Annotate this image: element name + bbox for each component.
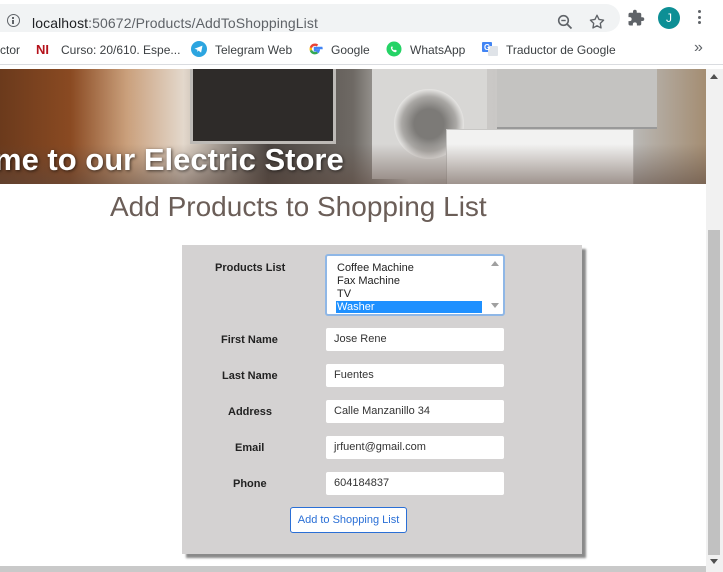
scroll-up-icon[interactable]: [491, 261, 499, 266]
last-name-label: Last Name: [222, 370, 278, 382]
email-field[interactable]: jrfuent@gmail.com: [326, 436, 504, 459]
browser-toolbar: localhost:50672/Products/AddToShoppingLi…: [0, 0, 723, 36]
banner-heading: me to our Electric Store: [0, 142, 344, 177]
bookmark-item[interactable]: Google: [331, 43, 370, 57]
store-banner: me to our Electric Store: [0, 69, 706, 184]
scroll-down-icon[interactable]: [710, 559, 718, 564]
scrollbar-thumb[interactable]: [708, 230, 720, 555]
first-name-field[interactable]: Jose Rene: [326, 328, 504, 351]
url-text[interactable]: localhost:50672/Products/AddToShoppingLi…: [32, 15, 318, 31]
vertical-scrollbar[interactable]: [706, 69, 723, 572]
last-name-field[interactable]: Fuentes: [326, 364, 504, 387]
profile-avatar[interactable]: J: [658, 7, 680, 29]
browser-menu-icon[interactable]: [698, 10, 702, 27]
email-label: Email: [235, 442, 265, 454]
product-option[interactable]: Fax Machine: [336, 275, 482, 287]
bookmark-item[interactable]: ctor: [0, 43, 20, 57]
phone-field[interactable]: 604184837: [326, 472, 504, 495]
horizontal-scrollbar[interactable]: [0, 566, 706, 572]
bookmark-item[interactable]: Curso: 20/610. Espe...: [61, 43, 180, 57]
bookmarks-bar: ctor NI Curso: 20/610. Espe... Telegram …: [0, 36, 723, 65]
extensions-icon[interactable]: [627, 9, 645, 27]
address-label: Address: [228, 406, 273, 418]
bookmark-item[interactable]: Traductor de Google: [506, 43, 616, 57]
address-field[interactable]: Calle Manzanillo 34: [326, 400, 504, 423]
products-listbox[interactable]: Coffee Machine Fax Machine TV Washer: [325, 254, 505, 316]
bookmark-star-icon[interactable]: [588, 13, 606, 31]
svg-text:G: G: [484, 43, 490, 52]
more-bookmarks-icon[interactable]: »: [694, 39, 703, 57]
svg-text:NI: NI: [36, 42, 49, 57]
translate-icon: G: [482, 42, 498, 56]
scroll-up-icon[interactable]: [710, 74, 718, 79]
products-list-label: Products List: [215, 262, 286, 274]
bookmark-item[interactable]: WhatsApp: [410, 43, 465, 57]
info-icon[interactable]: [7, 14, 20, 27]
google-icon: [309, 43, 323, 55]
listbox-scrollbar[interactable]: [488, 258, 501, 312]
ni-icon: NI: [36, 42, 49, 57]
first-name-label: First Name: [221, 334, 278, 346]
phone-label: Phone: [233, 478, 267, 490]
banner-appliance: [497, 69, 657, 129]
address-bar[interactable]: localhost:50672/Products/AddToShoppingLi…: [0, 4, 620, 32]
bookmark-item[interactable]: Telegram Web: [215, 43, 292, 57]
product-option[interactable]: TV: [336, 288, 482, 300]
whatsapp-icon: [386, 41, 402, 57]
product-option[interactable]: Coffee Machine: [336, 262, 482, 274]
zoom-icon[interactable]: [557, 14, 573, 30]
scroll-down-icon[interactable]: [491, 303, 499, 308]
product-option-selected[interactable]: Washer: [336, 301, 482, 313]
add-to-shopping-list-button[interactable]: Add to Shopping List: [290, 507, 407, 533]
telegram-icon: [191, 41, 207, 57]
banner-appliance: [190, 69, 336, 144]
page-title: Add Products to Shopping List: [110, 191, 487, 222]
